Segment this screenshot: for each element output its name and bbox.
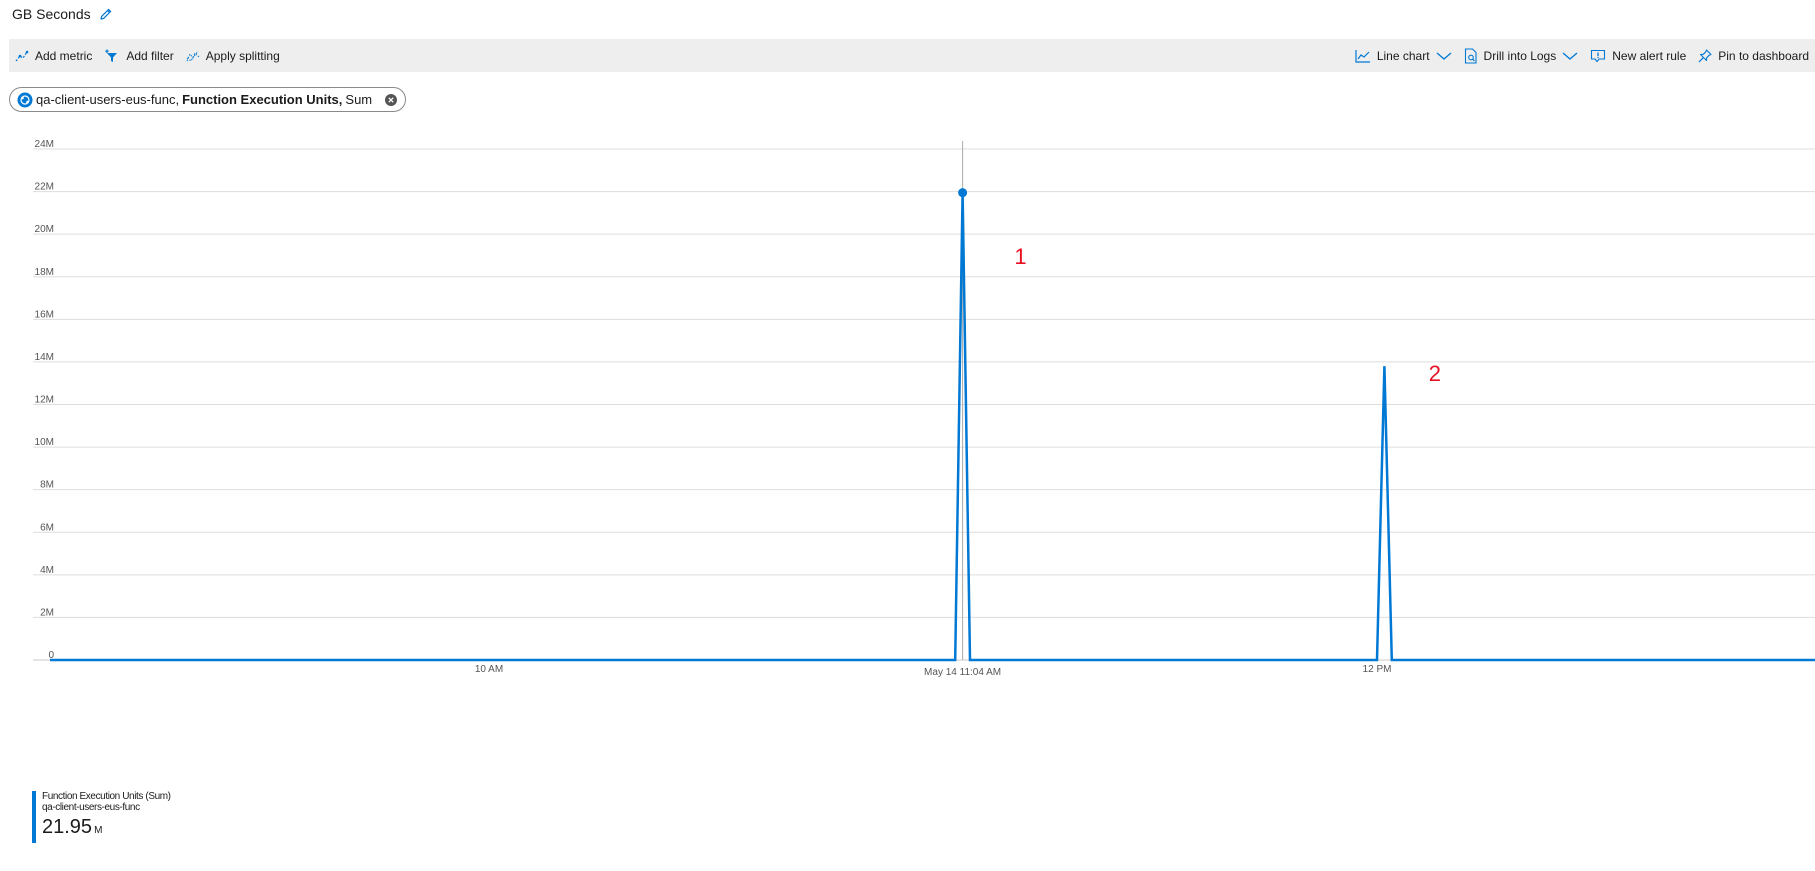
line-chart-icon — [1355, 49, 1371, 63]
legend-value: 21.95 M — [42, 815, 171, 843]
alert-icon — [1590, 49, 1606, 63]
chevron-down-icon — [1436, 51, 1452, 61]
function-app-icon — [17, 92, 33, 108]
apply-splitting-button[interactable]: Apply splitting — [180, 39, 286, 72]
pin-to-dashboard-label: Pin to dashboard — [1718, 48, 1809, 63]
metric-pill[interactable]: qa-client-users-eus-func, Function Execu… — [9, 87, 407, 112]
metrics-toolbar: Add metric Add filter Apply splitting Li… — [9, 39, 1815, 72]
drill-into-logs-label: Drill into Logs — [1483, 48, 1557, 63]
y-tick-label: 18M — [35, 267, 54, 278]
x-axis: 10 AM May 14 11:04 AM 12 PM — [475, 664, 1392, 678]
metric-pill-metric: Function Execution Units, — [182, 92, 343, 107]
y-tick-label: 14M — [35, 352, 54, 363]
line-chart-dropdown[interactable]: Line chart — [1349, 39, 1458, 72]
annotation-label: 1 — [1014, 244, 1026, 269]
chart-title-row: GB Seconds — [12, 6, 113, 22]
y-tick-label: 2M — [40, 607, 54, 618]
annotations: 12 — [1014, 244, 1441, 386]
y-tick-label: 10M — [35, 437, 54, 448]
add-metric-label: Add metric — [35, 48, 93, 63]
splitting-icon — [186, 49, 200, 63]
gridlines — [33, 148, 1815, 661]
toolbar-right-group: Line chart Drill into Logs New alert rul… — [1349, 39, 1815, 72]
new-alert-rule-label: New alert rule — [1612, 48, 1687, 63]
legend-metric: Function Execution Units (Sum) — [42, 791, 171, 802]
add-filter-label: Add filter — [126, 48, 174, 63]
apply-splitting-label: Apply splitting — [205, 48, 280, 63]
y-tick-label: 22M — [35, 182, 54, 193]
line-chart[interactable]: 02M4M6M8M10M12M14M16M18M20M22M24M 10 AM M… — [0, 130, 1815, 790]
y-tick-label: 16M — [35, 309, 54, 320]
pencil-icon[interactable] — [99, 7, 113, 21]
legend-value-unit: M — [94, 825, 103, 836]
toolbar-left-group: Add metric Add filter Apply splitting — [9, 39, 286, 72]
series-layer — [50, 141, 1815, 662]
drill-into-logs-dropdown[interactable]: Drill into Logs — [1458, 39, 1585, 72]
y-tick-label: 12M — [35, 395, 54, 406]
chart-title: GB Seconds — [12, 6, 91, 22]
remove-metric-button[interactable] — [385, 93, 398, 106]
add-filter-button[interactable]: Add filter — [98, 39, 179, 72]
add-metric-button[interactable]: Add metric — [9, 39, 98, 72]
metric-pill-resource: qa-client-users-eus-func, — [36, 92, 180, 107]
y-tick-label: 6M — [40, 522, 54, 533]
metric-pill-aggregation: Sum — [345, 92, 373, 107]
y-tick-label: 4M — [40, 565, 54, 576]
y-tick-label: 20M — [35, 224, 54, 235]
x-tick-label: 10 AM — [475, 664, 503, 675]
close-icon — [385, 93, 398, 106]
filter-icon — [104, 49, 120, 63]
y-tick-label: 24M — [35, 139, 54, 150]
chevron-down-icon — [1562, 51, 1578, 61]
pin-to-dashboard-button[interactable]: Pin to dashboard — [1692, 39, 1815, 72]
new-alert-rule-button[interactable]: New alert rule — [1584, 39, 1692, 72]
add-metric-icon — [15, 49, 29, 63]
y-axis: 02M4M6M8M10M12M14M16M18M20M22M24M — [35, 139, 55, 661]
chart-legend[interactable]: Function Execution Units (Sum) qa-client… — [32, 791, 171, 843]
pin-icon — [1698, 48, 1712, 63]
cursor-point — [958, 188, 968, 198]
y-tick-label: 8M — [40, 480, 54, 491]
annotation-label: 2 — [1429, 361, 1441, 386]
line-chart-label: Line chart — [1376, 48, 1430, 63]
x-tick-label: May 14 11:04 AM — [924, 667, 1001, 678]
x-tick-label: 12 PM — [1363, 664, 1392, 675]
series-line — [50, 192, 1815, 662]
legend-value-number: 21.95 — [42, 816, 93, 838]
legend-resource: qa-client-users-eus-func — [42, 802, 140, 813]
logs-icon — [1464, 47, 1478, 64]
